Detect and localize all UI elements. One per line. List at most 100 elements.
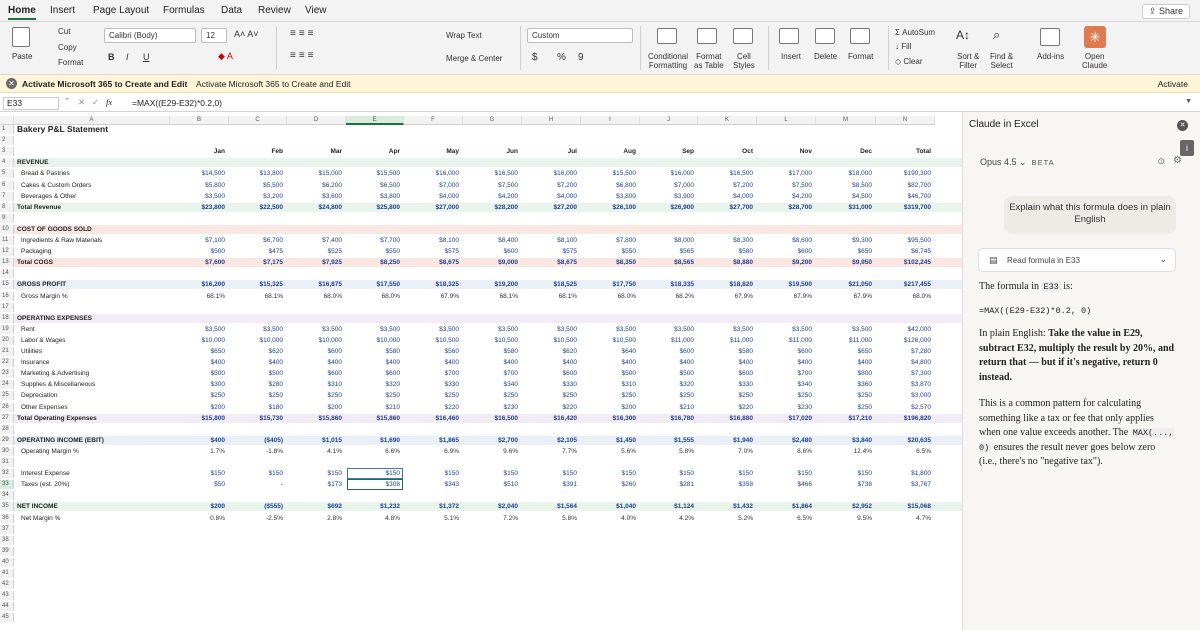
cell-j16[interactable]: 68.2% [640, 292, 694, 301]
cell-n27[interactable]: $196,820 [876, 414, 931, 423]
cell-g35[interactable]: $2,040 [463, 502, 518, 511]
cell-c29[interactable]: ($405) [229, 436, 283, 445]
cell-d33[interactable]: $173 [287, 480, 342, 489]
cell-h16[interactable]: 68.1% [522, 292, 577, 301]
cell-l30[interactable]: 8.6% [757, 447, 812, 456]
cell-f29[interactable]: $1,865 [404, 436, 459, 445]
column-header-e[interactable]: E [346, 116, 404, 125]
cell-f7[interactable]: $4,000 [404, 192, 459, 201]
cell-m23[interactable]: $800 [816, 369, 872, 378]
cell-i30[interactable]: 5.6% [581, 447, 636, 456]
cell-l32[interactable]: $150 [757, 469, 812, 478]
cell-f35[interactable]: $1,372 [404, 502, 459, 511]
row-label[interactable]: OPERATING EXPENSES [17, 314, 92, 323]
cell-f13[interactable]: $8,675 [404, 258, 459, 267]
cell-m29[interactable]: $3,840 [816, 436, 872, 445]
font-size-select[interactable]: 12 [201, 28, 227, 43]
cell-n30[interactable]: 6.5% [876, 447, 931, 456]
chevron-down-icon[interactable]: ⌄ [1159, 254, 1167, 265]
row-header[interactable]: 36 [0, 513, 14, 523]
cell-l7[interactable]: $4,200 [757, 192, 812, 201]
column-header-h[interactable]: H [522, 116, 581, 125]
row-label[interactable]: REVENUE [17, 158, 48, 167]
cell-j21[interactable]: $600 [640, 347, 694, 356]
cell-j8[interactable]: $26,900 [640, 203, 695, 212]
cell-b8[interactable]: $23,800 [170, 203, 226, 212]
cell-n29[interactable]: $20,635 [876, 436, 932, 445]
cell-g6[interactable]: $7,500 [463, 181, 518, 190]
cell-k5[interactable]: $16,500 [698, 169, 754, 178]
format-cells-icon[interactable] [850, 28, 870, 44]
cell-d23[interactable]: $600 [287, 369, 342, 378]
cell-n26[interactable]: $2,570 [876, 403, 931, 412]
row-header[interactable]: 3 [0, 147, 14, 157]
cell-d32[interactable]: $150 [287, 469, 342, 478]
cell-h11[interactable]: $8,100 [522, 236, 577, 245]
cell-n6[interactable]: $82,700 [876, 181, 932, 190]
cell-b23[interactable]: $500 [170, 369, 225, 378]
cell-m22[interactable]: $400 [816, 358, 872, 367]
cell-d35[interactable]: $692 [287, 502, 342, 511]
cell-h24[interactable]: $330 [522, 380, 577, 389]
cell-f27[interactable]: $16,460 [404, 414, 460, 423]
cell-d8[interactable]: $24,800 [287, 203, 343, 212]
row-header[interactable]: 11 [0, 236, 14, 245]
row-label[interactable]: Net Margin % [21, 514, 60, 523]
delete-cells-icon[interactable] [815, 28, 835, 44]
sort-filter-button[interactable]: Sort & Filter [957, 52, 979, 70]
cell-d25[interactable]: $250 [287, 391, 342, 400]
cell-j13[interactable]: $8,565 [640, 258, 694, 267]
cell-c20[interactable]: $10,000 [229, 336, 284, 345]
cell-e19[interactable]: $3,500 [346, 325, 400, 334]
cell-d26[interactable]: $200 [287, 403, 342, 412]
cell-e7[interactable]: $3,800 [346, 192, 400, 201]
cell-i15[interactable]: $17,750 [581, 280, 637, 289]
cell-e13[interactable]: $8,250 [346, 258, 400, 267]
cell-b5[interactable]: $14,500 [170, 169, 226, 178]
row-header[interactable]: 10 [0, 224, 14, 234]
cell-b11[interactable]: $7,100 [170, 236, 225, 245]
cell-l5[interactable]: $17,000 [757, 169, 813, 178]
cell-e25[interactable]: $250 [346, 391, 400, 400]
cell-c22[interactable]: $400 [229, 358, 283, 367]
cell-l11[interactable]: $8,600 [757, 236, 812, 245]
row-label[interactable]: Cakes & Custom Orders [21, 181, 91, 190]
cell-g25[interactable]: $250 [463, 391, 518, 400]
row-label[interactable]: OPERATING INCOME (EBIT) [17, 436, 104, 445]
row-header[interactable]: 39 [0, 546, 14, 556]
cell-n19[interactable]: $42,000 [876, 325, 932, 334]
row-header[interactable]: 33 [0, 480, 14, 490]
row-label[interactable]: Supplies & Miscellaneous [21, 380, 95, 389]
cell-h32[interactable]: $150 [522, 469, 577, 478]
cell-d24[interactable]: $310 [287, 380, 342, 389]
cell-m13[interactable]: $9,950 [816, 258, 872, 267]
cell-h23[interactable]: $600 [522, 369, 577, 378]
row-header[interactable]: 43 [0, 591, 14, 601]
cell-e12[interactable]: $550 [346, 247, 400, 256]
tab-page-layout[interactable]: Page Layout [93, 5, 149, 16]
cell-k36[interactable]: 5.2% [698, 514, 753, 523]
cell-n35[interactable]: $15,068 [876, 502, 932, 511]
cell-l29[interactable]: $2,480 [757, 436, 812, 445]
cell-k35[interactable]: $1,432 [698, 502, 753, 511]
cell-d29[interactable]: $1,015 [287, 436, 342, 445]
add-ins-icon[interactable] [1040, 28, 1060, 46]
cell-g21[interactable]: $580 [463, 347, 518, 356]
cell-l13[interactable]: $9,200 [757, 258, 812, 267]
cell-i6[interactable]: $6,800 [581, 181, 636, 190]
cell-k25[interactable]: $250 [698, 391, 753, 400]
font-name-select[interactable]: Calibri (Body) [104, 28, 196, 43]
row-header[interactable]: 42 [0, 580, 14, 590]
cell-i24[interactable]: $310 [581, 380, 636, 389]
cell-i21[interactable]: $640 [581, 347, 636, 356]
cell-k30[interactable]: 7.0% [698, 447, 753, 456]
confirm-icon[interactable]: ✓ [92, 97, 99, 108]
cell-d36[interactable]: 2.8% [287, 514, 342, 523]
cell-d20[interactable]: $10,000 [287, 336, 343, 345]
paste-button[interactable]: Paste [12, 52, 32, 61]
cell-i35[interactable]: $1,040 [581, 502, 636, 511]
cell-h36[interactable]: 5.8% [522, 514, 577, 523]
cell-d7[interactable]: $3,600 [287, 192, 342, 201]
cell-b13[interactable]: $7,600 [170, 258, 225, 267]
cell-h21[interactable]: $620 [522, 347, 577, 356]
